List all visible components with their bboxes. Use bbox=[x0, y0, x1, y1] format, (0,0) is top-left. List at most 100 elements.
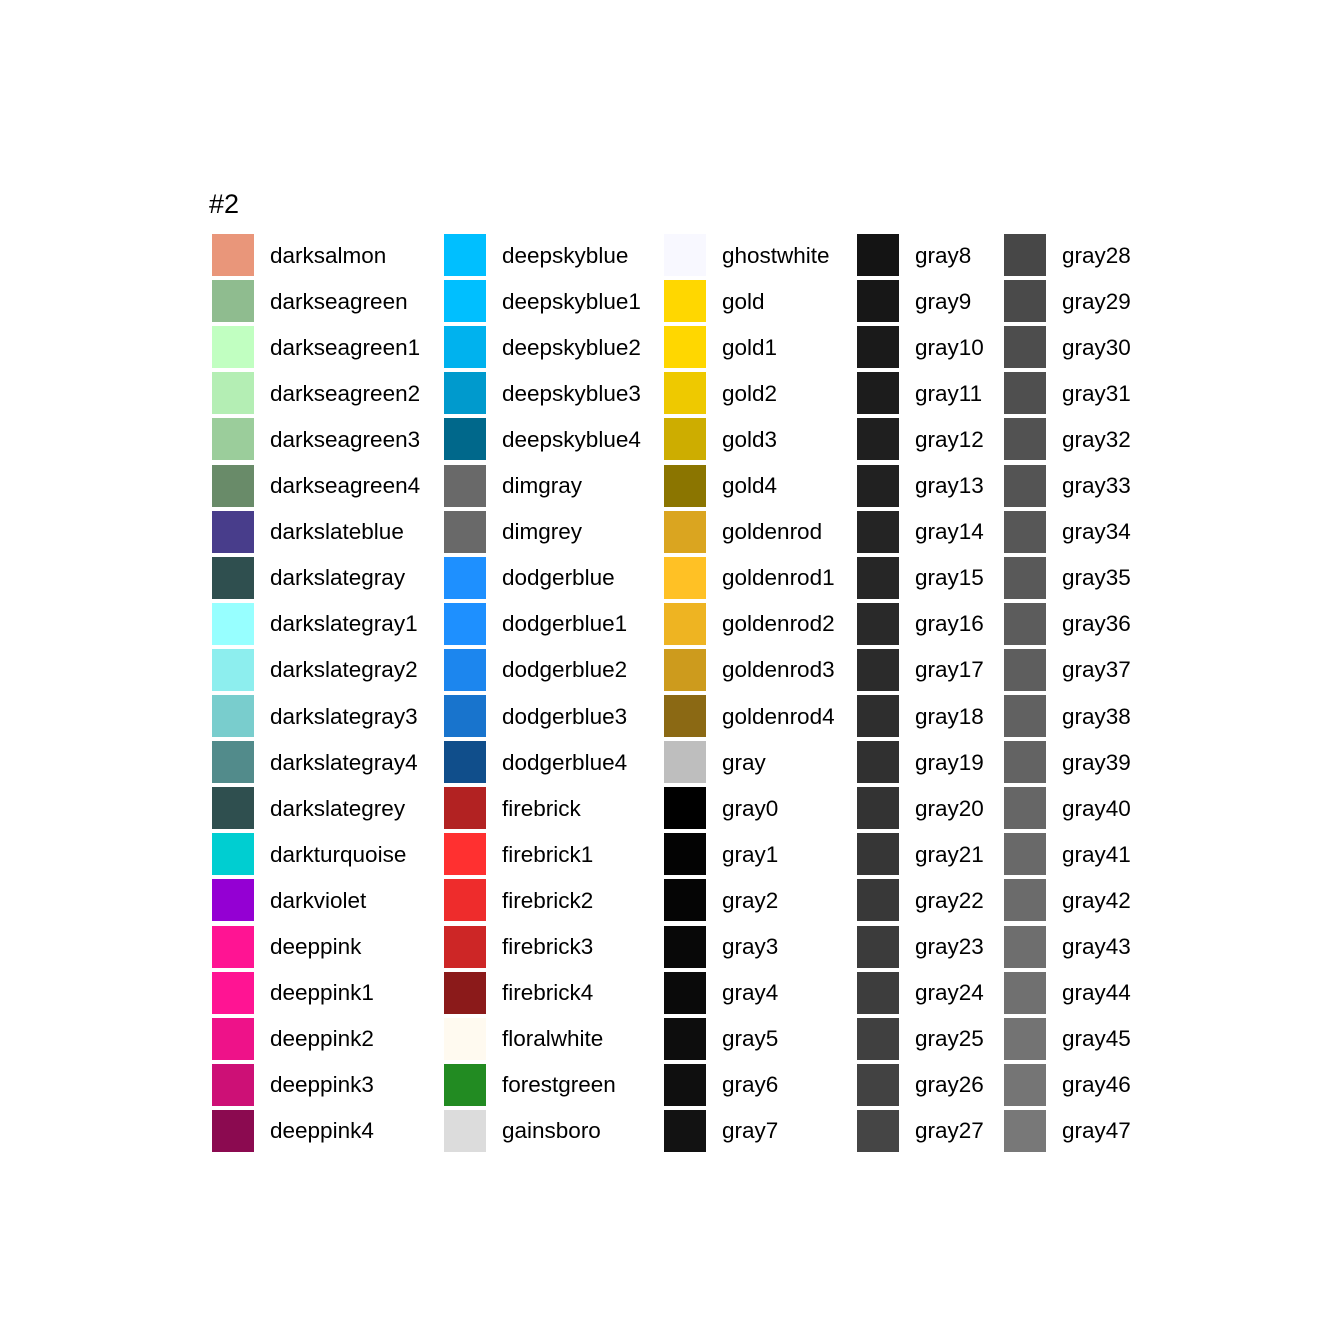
color-swatch bbox=[857, 326, 899, 369]
color-name-label: gray45 bbox=[1062, 1026, 1131, 1052]
color-swatch bbox=[444, 971, 486, 1014]
color-name-label: gray16 bbox=[915, 611, 984, 637]
color-swatch bbox=[1004, 833, 1046, 876]
color-swatch bbox=[212, 234, 254, 276]
color-name-label: gold1 bbox=[722, 334, 778, 360]
color-name-label: dodgerblue1 bbox=[502, 611, 628, 637]
color-swatch bbox=[212, 556, 254, 599]
color-name-label: gray25 bbox=[915, 1026, 984, 1052]
color-swatch bbox=[1004, 510, 1046, 553]
color-swatch bbox=[1004, 234, 1046, 276]
color-name-label: gray24 bbox=[915, 980, 984, 1006]
color-name-label: gray bbox=[722, 749, 766, 775]
color-name-label: goldenrod2 bbox=[722, 611, 835, 637]
color-name-label: deeppink3 bbox=[270, 1072, 374, 1098]
color-swatch bbox=[664, 741, 706, 784]
color-swatch bbox=[212, 833, 254, 876]
color-name-label: gray4 bbox=[722, 980, 779, 1006]
color-swatch bbox=[857, 925, 899, 968]
color-swatch bbox=[212, 1017, 254, 1060]
color-name-label: gray8 bbox=[915, 242, 972, 268]
color-swatch bbox=[212, 648, 254, 691]
color-name-label: darkslategray bbox=[270, 565, 406, 591]
color-name-label: gray26 bbox=[915, 1072, 984, 1098]
color-name-label: gray1 bbox=[722, 841, 779, 867]
color-name-label: darkslategray4 bbox=[270, 749, 418, 775]
color-swatch bbox=[444, 556, 486, 599]
color-swatch bbox=[1004, 787, 1046, 830]
color-name-label: deepskyblue3 bbox=[502, 380, 641, 406]
color-swatch bbox=[857, 971, 899, 1014]
color-name-label: darkturquoise bbox=[270, 841, 407, 867]
color-swatch bbox=[1004, 464, 1046, 507]
color-name-label: gray32 bbox=[1062, 426, 1131, 452]
color-swatch bbox=[857, 833, 899, 876]
color-swatch bbox=[857, 1109, 899, 1152]
color-name-label: gray2 bbox=[722, 887, 779, 913]
color-swatch bbox=[1004, 1017, 1046, 1060]
color-name-label: gold4 bbox=[722, 473, 778, 498]
color-swatch bbox=[664, 1017, 706, 1060]
color-name-label: gray20 bbox=[915, 795, 984, 821]
color-swatch bbox=[1004, 372, 1046, 415]
color-name-label: gray7 bbox=[722, 1118, 779, 1144]
color-name-label: gray31 bbox=[1062, 380, 1131, 406]
color-name-label: gray38 bbox=[1062, 703, 1131, 729]
color-name-label: gray47 bbox=[1062, 1118, 1131, 1144]
color-name-label: dimgray bbox=[502, 473, 583, 498]
color-name-label: dodgerblue3 bbox=[502, 703, 628, 729]
color-name-label: gray27 bbox=[915, 1118, 984, 1144]
color-name-label: firebrick1 bbox=[502, 841, 594, 867]
color-swatch bbox=[857, 648, 899, 691]
color-name-label: firebrick2 bbox=[502, 887, 594, 913]
color-name-label: floralwhite bbox=[502, 1026, 604, 1052]
color-name-label: gold3 bbox=[722, 426, 778, 452]
color-swatch bbox=[664, 234, 706, 276]
color-name-label: forestgreen bbox=[502, 1072, 616, 1098]
color-name-label: gray22 bbox=[915, 887, 984, 913]
color-name-label: deepskyblue bbox=[502, 242, 629, 268]
color-swatch bbox=[444, 464, 486, 507]
color-name-label: deepskyblue4 bbox=[502, 426, 641, 452]
color-swatch bbox=[1004, 280, 1046, 323]
color-name-label: goldenrod3 bbox=[722, 657, 835, 683]
color-swatch bbox=[1004, 879, 1046, 922]
color-name-label: gray0 bbox=[722, 795, 779, 821]
color-swatch bbox=[857, 510, 899, 553]
color-swatch bbox=[212, 280, 254, 323]
color-name-label: gray44 bbox=[1062, 980, 1131, 1006]
color-swatch bbox=[1004, 326, 1046, 369]
color-swatch bbox=[212, 510, 254, 553]
color-swatch bbox=[444, 326, 486, 369]
color-name-label: gray6 bbox=[722, 1072, 779, 1098]
color-swatch bbox=[444, 1109, 486, 1152]
color-name-label: dodgerblue2 bbox=[502, 657, 628, 683]
color-swatch bbox=[857, 695, 899, 737]
color-name-label: firebrick4 bbox=[502, 980, 594, 1006]
color-name-label: goldenrod bbox=[722, 519, 823, 545]
color-name-label: dimgrey bbox=[502, 519, 583, 545]
color-name-label: gray37 bbox=[1062, 657, 1131, 683]
color-swatch bbox=[664, 372, 706, 415]
color-name-label: gray11 bbox=[915, 380, 983, 406]
color-name-label: deeppink4 bbox=[270, 1118, 374, 1144]
color-swatch bbox=[1004, 971, 1046, 1014]
color-name-label: darkseagreen2 bbox=[270, 380, 421, 406]
color-name-label: darkslateblue bbox=[270, 519, 404, 545]
color-swatch bbox=[664, 971, 706, 1014]
color-swatch bbox=[664, 787, 706, 830]
color-swatch bbox=[857, 372, 899, 415]
color-swatch bbox=[857, 1063, 899, 1106]
color-swatch bbox=[1004, 1109, 1046, 1152]
color-name-label: ghostwhite bbox=[722, 242, 830, 268]
color-name-label: gray21 bbox=[915, 841, 984, 867]
color-swatch bbox=[664, 418, 706, 461]
color-swatch bbox=[212, 602, 254, 645]
color-swatch bbox=[857, 464, 899, 507]
color-swatch bbox=[664, 1063, 706, 1106]
color-name-label: gray40 bbox=[1062, 795, 1131, 821]
color-name-label: darkslategrey bbox=[270, 795, 406, 821]
color-name-label: gray35 bbox=[1062, 565, 1131, 591]
color-swatch bbox=[664, 326, 706, 369]
color-swatch bbox=[1004, 1063, 1046, 1106]
